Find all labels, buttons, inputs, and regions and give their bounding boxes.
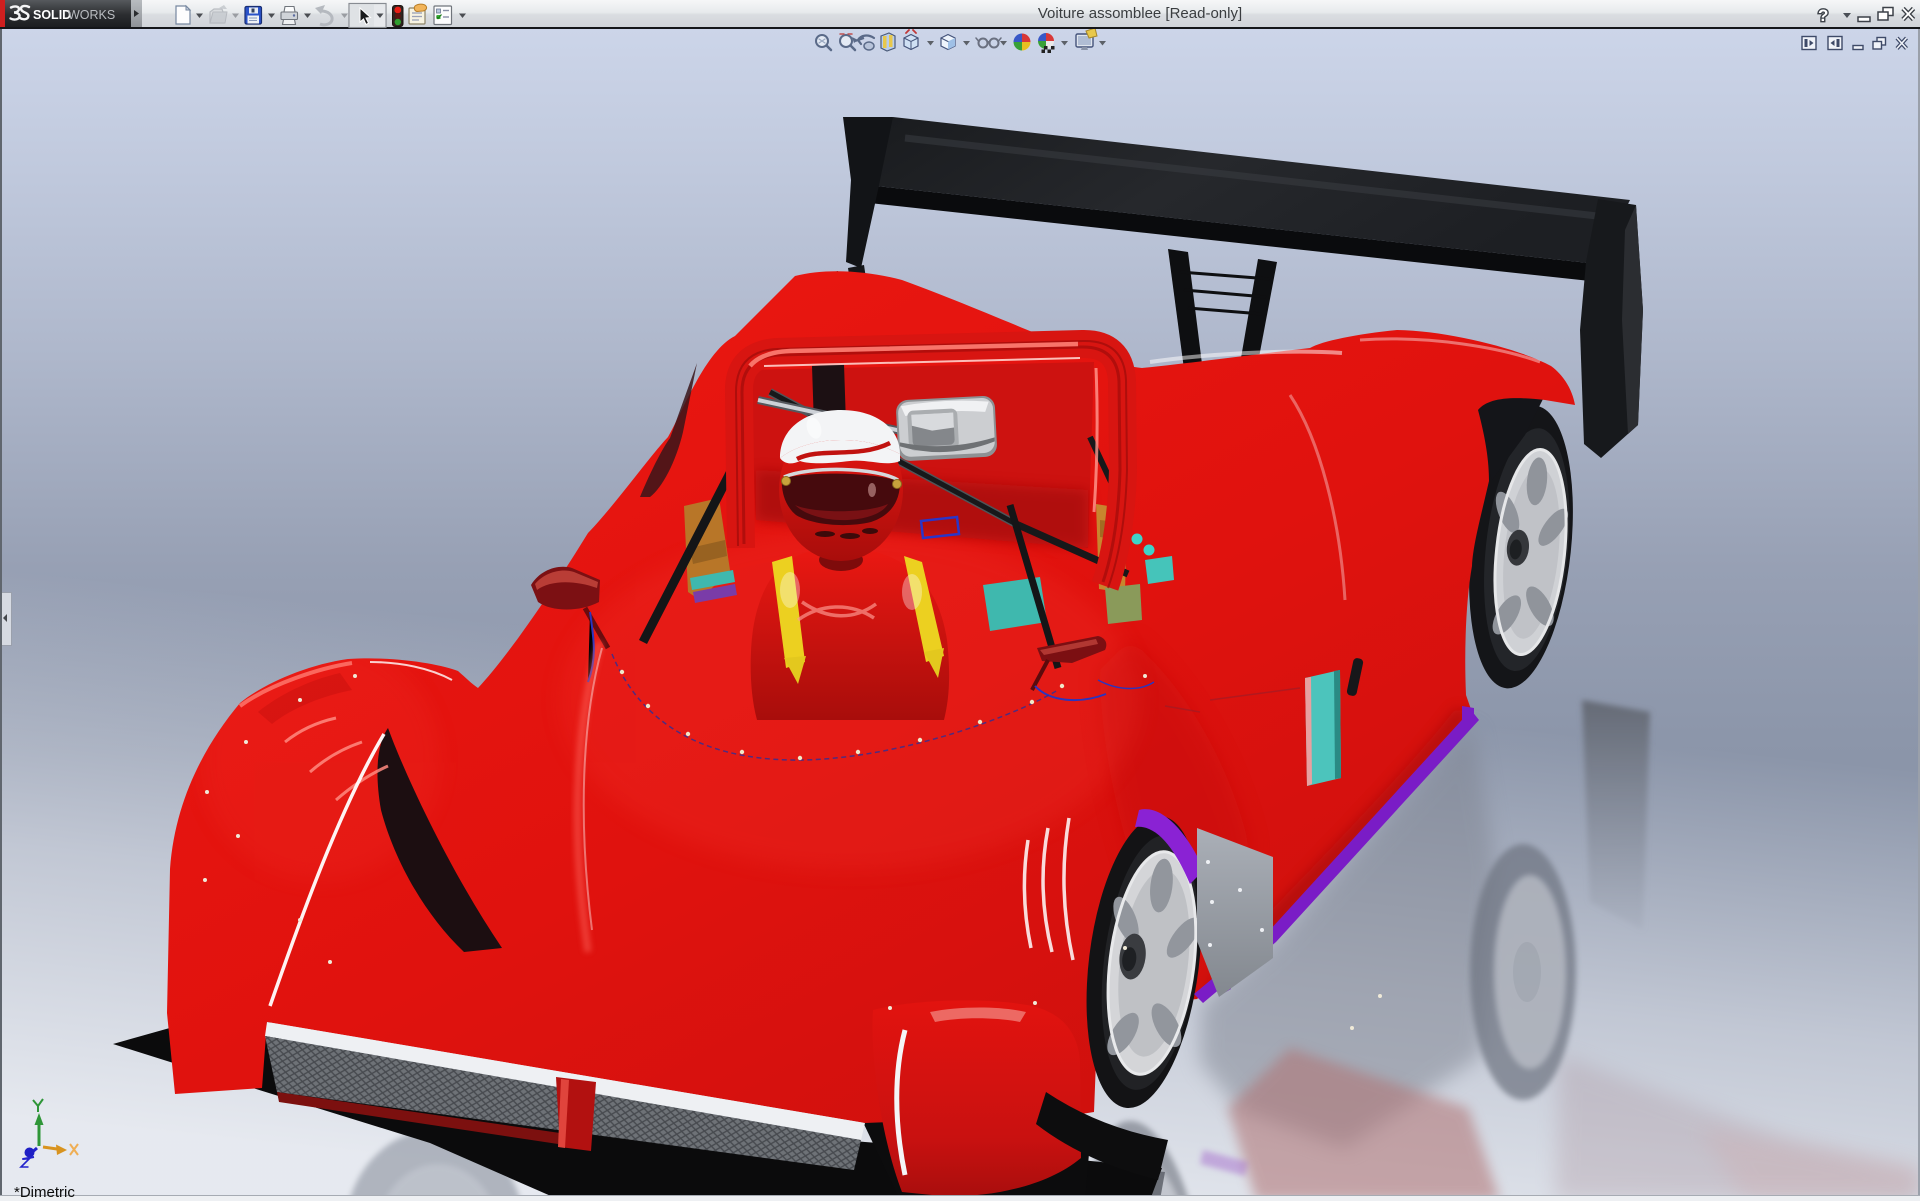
svg-text:?: ? <box>1818 6 1828 25</box>
svg-text:SOLID: SOLID <box>33 8 71 22</box>
svg-text:WORKS: WORKS <box>68 8 115 22</box>
